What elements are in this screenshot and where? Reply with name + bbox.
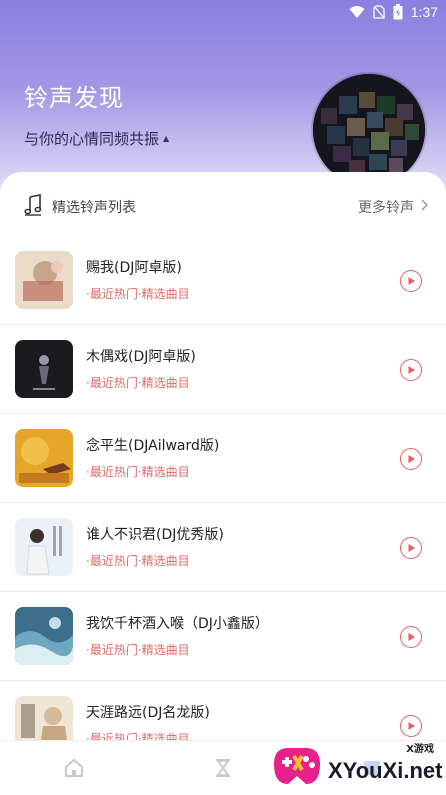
play-button[interactable] bbox=[400, 359, 422, 381]
song-tag: ·最近热门·精选曲目 bbox=[86, 553, 190, 568]
list-item[interactable]: 谁人不识君(DJ优秀版) ·最近热门·精选曲目 bbox=[0, 503, 446, 592]
song-tag: ·最近热门·精选曲目 bbox=[86, 642, 190, 657]
list-item[interactable]: 木偶戏(DJ阿卓版) ·最近热门·精选曲目 bbox=[0, 325, 446, 414]
list-item[interactable]: 念平生(DJAilward版) ·最近热门·精选曲目 bbox=[0, 414, 446, 503]
song-tag: ·最近热门·精选曲目 bbox=[86, 286, 190, 301]
play-icon bbox=[408, 277, 415, 285]
battery-icon bbox=[393, 4, 403, 20]
hourglass-icon bbox=[216, 759, 230, 777]
watermark-logo bbox=[268, 740, 326, 792]
song-title: 赐我(DJ阿卓版) bbox=[86, 259, 182, 276]
nav-home[interactable] bbox=[0, 758, 149, 778]
song-tag: ·最近热门·精选曲目 bbox=[86, 375, 190, 390]
play-button[interactable] bbox=[400, 270, 422, 292]
song-title: 谁人不识君(DJ优秀版) bbox=[86, 526, 224, 543]
play-button[interactable] bbox=[400, 626, 422, 648]
ringtone-list: 赐我(DJ阿卓版) ·最近热门·精选曲目 木偶戏(DJ阿卓版) ·最近热门·精选… bbox=[0, 236, 446, 770]
subtitle-text: 与你的心情同频共振 bbox=[24, 130, 160, 148]
song-cover bbox=[15, 518, 73, 576]
list-item[interactable]: 赐我(DJ阿卓版) ·最近热门·精选曲目 bbox=[0, 236, 446, 325]
watermark-small-text: X游戏 bbox=[406, 744, 434, 755]
play-icon bbox=[408, 722, 415, 730]
song-cover bbox=[15, 340, 73, 398]
more-ringtones-label: 更多铃声 bbox=[358, 200, 414, 216]
page-title: 铃声发现 bbox=[24, 84, 124, 112]
section-header: 精选铃声列表 更多铃声 bbox=[0, 190, 446, 224]
album-collage-art bbox=[313, 74, 425, 186]
song-title: 天涯路远(DJ名龙版) bbox=[86, 704, 210, 721]
triangle-up-icon: ▲ bbox=[163, 134, 170, 143]
album-disc[interactable] bbox=[313, 74, 425, 186]
song-title: 木偶戏(DJ阿卓版) bbox=[86, 348, 196, 365]
music-note-icon bbox=[24, 194, 42, 220]
play-icon bbox=[408, 544, 415, 552]
song-title: 我饮千杯酒入喉（DJ小鑫版） bbox=[86, 615, 269, 632]
song-title: 念平生(DJAilward版) bbox=[86, 437, 220, 454]
play-button[interactable] bbox=[400, 537, 422, 559]
play-icon bbox=[408, 366, 415, 374]
section-title: 精选铃声列表 bbox=[52, 200, 136, 216]
play-icon bbox=[408, 633, 415, 641]
subtitle[interactable]: 与你的心情同频共振 ▲ bbox=[24, 128, 169, 149]
home-icon bbox=[65, 758, 84, 777]
chevron-right-icon bbox=[420, 199, 429, 215]
play-button[interactable] bbox=[400, 715, 422, 737]
watermark-text: XYouXi.net bbox=[328, 757, 443, 783]
play-icon bbox=[408, 455, 415, 463]
no-sim-icon bbox=[373, 5, 385, 19]
song-cover bbox=[15, 429, 73, 487]
play-button[interactable] bbox=[400, 448, 422, 470]
header-banner: 1:37 铃声发现 与你的心情同频共振 ▲ bbox=[0, 0, 446, 200]
song-cover bbox=[15, 607, 73, 665]
status-bar: 1:37 bbox=[0, 0, 446, 24]
status-time: 1:37 bbox=[410, 4, 438, 20]
more-ringtones-link[interactable]: 更多铃声 bbox=[358, 197, 429, 217]
song-tag: ·最近热门·精选曲目 bbox=[86, 464, 190, 479]
watermark: X游戏 XYouXi.net bbox=[268, 736, 446, 795]
song-cover bbox=[15, 251, 73, 309]
wifi-icon bbox=[349, 5, 365, 19]
list-item[interactable]: 我饮千杯酒入喉（DJ小鑫版） ·最近热门·精选曲目 bbox=[0, 592, 446, 681]
